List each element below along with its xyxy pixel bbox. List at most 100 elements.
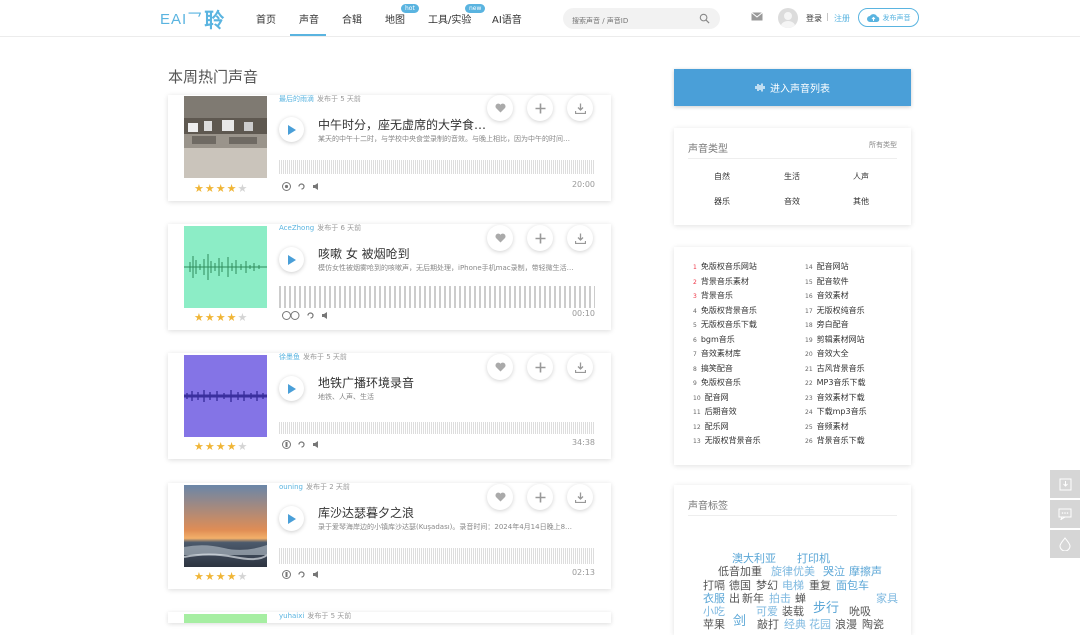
ranking-item[interactable]: 21 古风背景音乐 <box>805 363 865 374</box>
waveform[interactable] <box>279 414 595 438</box>
ranking-item[interactable]: 9 免版权音乐 <box>693 377 741 388</box>
play-button[interactable] <box>279 247 304 272</box>
add-button[interactable] <box>527 95 553 121</box>
sound-tag[interactable]: 陶瓷 <box>862 616 884 632</box>
floating-feedback-tool[interactable] <box>1050 500 1080 528</box>
download-button[interactable] <box>567 95 593 121</box>
ranking-item[interactable]: 13 无版权背景音乐 <box>693 435 761 446</box>
download-button[interactable] <box>567 354 593 380</box>
sound-title[interactable]: 库沙达瑟暮夕之浪 <box>318 504 414 521</box>
ranking-item[interactable]: 23 音效素材下载 <box>805 392 865 403</box>
floating-download-tool[interactable] <box>1050 470 1080 498</box>
author-link[interactable]: AceZhong <box>279 224 314 232</box>
login-link[interactable]: 登录 <box>806 13 822 24</box>
like-button[interactable] <box>487 95 513 121</box>
sound-tag[interactable]: 家具 <box>876 590 898 606</box>
ranking-item[interactable]: 4 免版权背景音乐 <box>693 305 757 316</box>
search-icon[interactable] <box>699 13 710 24</box>
type-instrumental[interactable]: 器乐 <box>714 196 730 207</box>
mail-icon[interactable] <box>751 12 763 21</box>
type-effects[interactable]: 音效 <box>784 196 800 207</box>
enter-sound-list-button[interactable]: 进入声音列表 <box>674 69 911 106</box>
nav-ai-voice[interactable]: AI语音 <box>492 11 522 26</box>
ranking-item[interactable]: 10 配音网 <box>693 392 729 403</box>
ranking-item[interactable]: 22 MP3音乐下载 <box>805 377 865 388</box>
plus-icon <box>535 233 545 243</box>
sound-tag[interactable]: 重复 <box>809 577 831 593</box>
star-rating: ★★★★★ <box>194 440 249 453</box>
sound-tag[interactable]: 浪漫 <box>835 616 857 632</box>
play-button[interactable] <box>279 376 304 401</box>
sound-tag[interactable]: 步行 <box>813 597 839 616</box>
ranking-item[interactable]: 11 后期音效 <box>693 406 737 417</box>
like-button[interactable] <box>487 484 513 510</box>
ranking-item[interactable]: 14 配音网站 <box>805 261 849 272</box>
ranking-item[interactable]: 6 bgm音乐 <box>693 334 735 345</box>
sound-thumbnail[interactable] <box>184 96 267 178</box>
author-link[interactable]: ouning <box>279 483 303 491</box>
type-other[interactable]: 其他 <box>853 196 869 207</box>
ranking-item[interactable]: 24 下载mp3音乐 <box>805 406 867 417</box>
download-button[interactable] <box>567 225 593 251</box>
type-voice[interactable]: 人声 <box>853 171 869 182</box>
ranking-item[interactable]: 16 音效素材 <box>805 290 849 301</box>
nav-sounds[interactable]: 声音 <box>299 11 319 26</box>
nav-home[interactable]: 首页 <box>256 11 276 26</box>
sound-title[interactable]: 地铁广播环境录音 <box>318 374 414 391</box>
add-button[interactable] <box>527 354 553 380</box>
ranking-item[interactable]: 15 配音软件 <box>805 276 849 287</box>
search-input[interactable] <box>563 10 683 32</box>
sound-thumbnail[interactable] <box>184 355 267 437</box>
add-button[interactable] <box>527 484 553 510</box>
sound-tag[interactable]: 出 <box>729 590 740 606</box>
ranking-item[interactable]: 19 剪辑素材网站 <box>805 334 865 345</box>
ranking-item[interactable]: 5 无版权音乐下载 <box>693 319 757 330</box>
sound-title[interactable]: 中午时分，座无虚席的大学食… <box>318 116 486 133</box>
sound-tag[interactable]: 花园 <box>809 616 831 632</box>
ranking-item[interactable]: 1 免版权音乐网站 <box>693 261 757 272</box>
sound-title[interactable]: 咳嗽 女 被烟呛到 <box>318 245 410 262</box>
ranking-item[interactable]: 12 配乐网 <box>693 421 729 432</box>
sound-tag[interactable]: 剑 <box>733 610 746 629</box>
publish-button[interactable]: 发布声音 <box>858 8 919 27</box>
ranking-item[interactable]: 2 背景音乐素材 <box>693 276 749 287</box>
like-button[interactable] <box>487 225 513 251</box>
nav-collections[interactable]: 合辑 <box>342 11 362 26</box>
play-button[interactable] <box>279 506 304 531</box>
ranking-item[interactable]: 3 背景音乐 <box>693 290 733 301</box>
type-life[interactable]: 生活 <box>784 171 800 182</box>
download-button[interactable] <box>567 484 593 510</box>
ranking-item[interactable]: 26 背景音乐下载 <box>805 435 865 446</box>
ranking-item[interactable]: 25 音频素材 <box>805 421 849 432</box>
author-link[interactable]: 徐墨鱼 <box>279 353 300 361</box>
register-link[interactable]: 注册 <box>834 13 850 24</box>
sound-thumbnail[interactable] <box>184 614 267 623</box>
add-button[interactable] <box>527 225 553 251</box>
floating-theme-tool[interactable] <box>1050 530 1080 558</box>
waveform[interactable] <box>279 155 595 179</box>
avatar[interactable] <box>778 8 798 28</box>
ranking-item[interactable]: 8 搞笑配音 <box>693 363 733 374</box>
like-button[interactable] <box>487 354 513 380</box>
ranking-item[interactable]: 18 旁白配音 <box>805 319 849 330</box>
type-nature[interactable]: 自然 <box>714 171 730 182</box>
sound-thumbnail[interactable] <box>184 226 267 308</box>
sound-tag[interactable]: 面包车 <box>836 577 869 593</box>
sound-tag[interactable]: 经典 <box>784 616 806 632</box>
sound-thumbnail[interactable] <box>184 485 267 567</box>
nav-map[interactable]: 地图 <box>385 11 405 26</box>
nav-tools[interactable]: 工具/实验 <box>428 11 471 26</box>
waveform[interactable] <box>279 544 595 568</box>
author-link[interactable]: yuhaixi <box>279 612 304 620</box>
ranking-item[interactable]: 20 音效大全 <box>805 348 849 359</box>
all-types-link[interactable]: 所有类型 <box>869 140 897 150</box>
sound-tag[interactable]: 苹果 <box>703 616 725 632</box>
ranking-item[interactable]: 17 无版权纯音乐 <box>805 305 865 316</box>
ranking-number: 22 <box>805 380 813 387</box>
sound-tag[interactable]: 敲打 <box>757 616 779 632</box>
waveform[interactable] <box>279 285 595 309</box>
ranking-item[interactable]: 7 音效素材库 <box>693 348 741 359</box>
play-button[interactable] <box>279 117 304 142</box>
logo[interactable]: EAI乛 聆 <box>160 6 224 32</box>
author-link[interactable]: 最后的雨滴 <box>279 95 314 103</box>
